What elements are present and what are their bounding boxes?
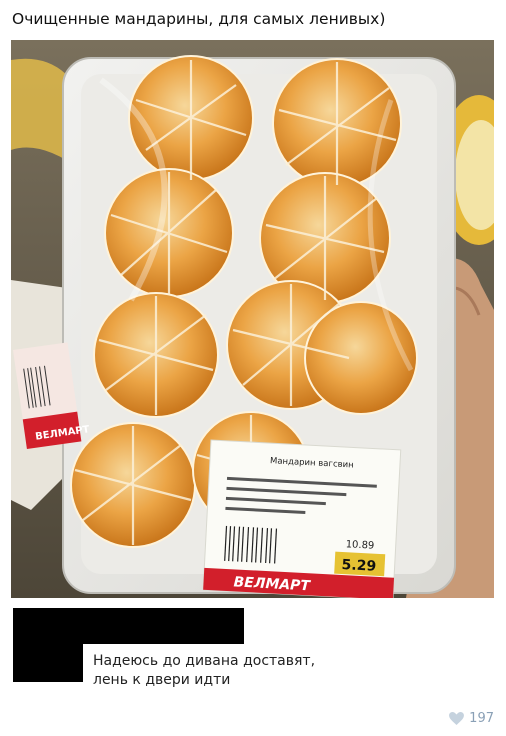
comment-block: Надеюсь до дивана доставят, лень к двери… — [13, 608, 393, 688]
likes-count: 197 — [469, 710, 494, 726]
price-per-kg: 10.89 — [345, 539, 374, 551]
comment-text: Надеюсь до дивана доставят, лень к двери… — [93, 652, 393, 690]
likes-counter[interactable]: 197 — [449, 708, 494, 728]
post-photo[interactable]: ВЕЛМАРТ Мандарин вагсвин 10.89 5.29 ВЕЛМ… — [11, 40, 494, 598]
price-total: 5.29 — [341, 557, 376, 575]
post-title: Очищенные мандарины, для самых ленивых) — [12, 10, 386, 28]
heart-icon — [449, 711, 465, 725]
redacted-author-bar — [13, 608, 244, 644]
comment-line-1: Надеюсь до дивана доставят, — [93, 653, 316, 669]
comment-line-2: лень к двери идти — [93, 672, 231, 688]
redacted-avatar — [13, 644, 83, 682]
